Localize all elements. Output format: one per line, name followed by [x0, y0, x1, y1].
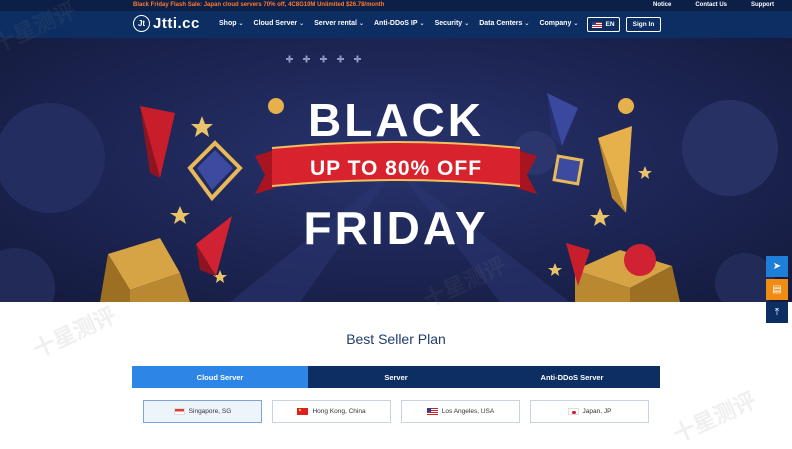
location-selector: Singapore, SG Hong Kong, China Los Angel… — [132, 400, 660, 423]
hero-banner[interactable]: BLACK UP TO 80% OFF FRIDAY — [0, 38, 792, 302]
location-singapore[interactable]: Singapore, SG — [143, 400, 262, 423]
nav-item-security[interactable]: Security ⌄ — [435, 20, 470, 27]
hero-title-black: BLACK — [308, 94, 484, 146]
chat-button[interactable]: ▤ — [766, 279, 788, 300]
nav-item-server-rental[interactable]: Server rental ⌄ — [314, 20, 364, 27]
nav-item-label: Data Centers — [479, 20, 523, 27]
chevron-down-icon: ⌄ — [299, 21, 305, 27]
floating-toolbar: ➤ ▤ ⤒ — [766, 256, 788, 325]
contact-us-link[interactable]: Contact Us — [695, 2, 727, 8]
chevron-down-icon: ⌄ — [573, 21, 579, 27]
location-los-angeles[interactable]: Los Angeles, USA — [401, 400, 520, 423]
product-tabs: Cloud Server Server Anti-DDoS Server — [132, 366, 660, 388]
nav-item-data-centers[interactable]: Data Centers ⌄ — [479, 20, 529, 27]
nav-item-anti-ddos-ip[interactable]: Anti-DDoS IP ⌄ — [374, 20, 425, 27]
nav-item-label: Shop — [219, 20, 237, 27]
us-flag-icon — [426, 408, 438, 415]
china-flag-icon — [297, 408, 309, 415]
nav-item-company[interactable]: Company ⌄ — [539, 20, 578, 27]
logo-mark-icon: Jt — [133, 15, 150, 32]
location-hong-kong[interactable]: Hong Kong, China — [272, 400, 391, 423]
tab-server[interactable]: Server — [308, 366, 484, 388]
location-label: Japan, JP — [582, 408, 612, 415]
back-to-top-button[interactable]: ⤒ — [766, 302, 788, 323]
nav-item-label: Security — [434, 20, 463, 27]
location-label: Los Angeles, USA — [441, 408, 495, 415]
chevron-down-icon: ⌄ — [358, 21, 364, 27]
chevron-down-icon: ⌄ — [524, 21, 530, 27]
nav-item-label: Anti-DDoS IP — [373, 20, 418, 27]
logo-text: Jtti.cc — [153, 15, 200, 32]
chevron-down-icon: ⌄ — [464, 21, 470, 27]
chevron-down-icon: ⌄ — [238, 21, 244, 27]
language-label: EN — [605, 21, 615, 28]
telegram-icon: ➤ — [772, 261, 782, 272]
chevron-down-icon: ⌄ — [419, 21, 425, 27]
main-navigation: Jt Jtti.cc Shop ⌄ Cloud Server ⌄ Server re… — [0, 11, 792, 38]
top-bar: Black Friday Flash Sale: Japan cloud ser… — [0, 0, 792, 11]
hero-title-friday: FRIDAY — [303, 202, 489, 254]
support-link[interactable]: Support — [751, 2, 774, 8]
chat-icon: ▤ — [772, 284, 782, 295]
location-label: Singapore, SG — [188, 408, 232, 415]
nav-menu: Shop ⌄ Cloud Server ⌄ Server rental ⌄ Anti-… — [219, 20, 578, 27]
promo-banner-link[interactable]: Black Friday Flash Sale: Japan cloud ser… — [133, 2, 384, 8]
singapore-flag-icon — [173, 408, 185, 415]
notice-link[interactable]: Notice — [653, 2, 671, 8]
nav-item-shop[interactable]: Shop ⌄ — [219, 20, 244, 27]
nav-item-cloud-server[interactable]: Cloud Server ⌄ — [254, 20, 305, 27]
location-label: Hong Kong, China — [312, 408, 366, 415]
nav-item-label: Company — [539, 20, 572, 27]
watermark: 十星测评 — [669, 387, 760, 448]
site-logo[interactable]: Jt Jtti.cc — [133, 15, 200, 32]
back-to-top-icon: ⤒ — [774, 307, 780, 318]
tab-anti-ddos-server[interactable]: Anti-DDoS Server — [484, 366, 660, 388]
location-japan[interactable]: Japan, JP — [530, 400, 649, 423]
hero-ribbon-text: UP TO 80% OFF — [309, 157, 483, 180]
us-flag-icon — [592, 21, 603, 28]
top-links: Notice Contact Us Support — [653, 2, 774, 8]
section-title: Best Seller Plan — [346, 331, 446, 347]
telegram-button[interactable]: ➤ — [766, 256, 788, 277]
tab-cloud-server[interactable]: Cloud Server — [132, 366, 308, 388]
sign-in-button[interactable]: Sign In — [626, 17, 661, 32]
japan-flag-icon — [567, 408, 579, 415]
nav-item-label: Cloud Server — [253, 20, 298, 27]
nav-item-label: Server rental — [314, 20, 357, 27]
language-button[interactable]: EN — [587, 17, 620, 32]
